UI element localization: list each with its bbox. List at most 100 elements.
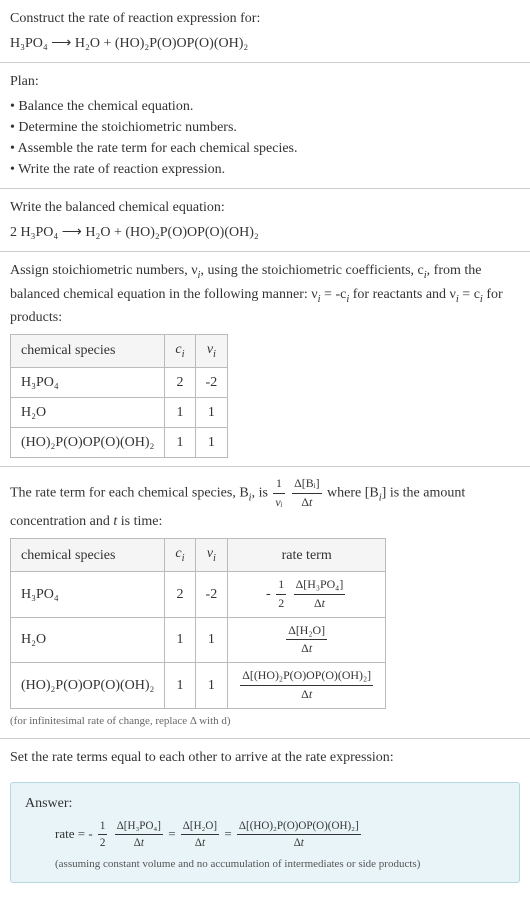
cell-rate: Δ[(HO)₂P(O)OP(O)(OH)₂] Δt — [228, 663, 386, 709]
cell-species: (HO)₂P(O)OP(O)(OH)₂ — [11, 663, 165, 709]
unbalanced-equation: H₃PO₄ ⟶ H₂O + (HO)₂P(O)OP(O)(OH)₂ — [10, 33, 520, 54]
cell-vi: 1 — [195, 397, 228, 427]
frac-num: Δ[H₃PO₄] — [294, 576, 346, 595]
th-ci: ci — [165, 539, 195, 572]
frac-num: Δ[H₂O] — [181, 818, 219, 836]
fraction: Δ[(HO)₂P(O)OP(O)(OH)₂] Δt — [240, 667, 373, 704]
cell-species: H₂O — [11, 397, 165, 427]
plan-item: • Assemble the rate term for each chemic… — [10, 138, 520, 159]
neg-sign: - — [266, 586, 271, 601]
frac-num: Δ[(HO)₂P(O)OP(O)(OH)₂] — [240, 667, 373, 686]
balanced-equation: 2 H₃PO₄ ⟶ H₂O + (HO)₂P(O)OP(O)(OH)₂ — [10, 222, 520, 243]
fraction: Δ[H₃PO₄] Δt — [115, 818, 163, 852]
frac-den: Δt — [286, 640, 327, 658]
cell-ci: 1 — [165, 427, 195, 457]
frac-den: Δt — [292, 494, 321, 512]
answer-note: (assuming constant volume and no accumul… — [25, 856, 505, 873]
text: Assign stoichiometric numbers, ν — [10, 263, 198, 278]
frac-den: 2 — [276, 595, 286, 613]
final-section: Set the rate terms equal to each other t… — [0, 739, 530, 776]
answer-label: Answer: — [25, 793, 505, 814]
answer-box: Answer: rate = - 1 2 Δ[H₃PO₄] Δt = Δ[H₂O… — [10, 782, 520, 884]
cell-ci: 1 — [165, 617, 195, 663]
cell-rate: Δ[H₂O] Δt — [228, 617, 386, 663]
plan-section: Plan: • Balance the chemical equation. •… — [0, 63, 530, 189]
cell-ci: 1 — [165, 397, 195, 427]
answer-equation: rate = - 1 2 Δ[H₃PO₄] Δt = Δ[H₂O] Δt = Δ… — [25, 818, 505, 852]
th-species: chemical species — [11, 539, 165, 572]
plan-item: • Write the rate of reaction expression. — [10, 159, 520, 180]
cell-vi: 1 — [195, 617, 228, 663]
th-vi: νi — [195, 335, 228, 368]
text: where [B — [327, 485, 379, 500]
cell-ci: 1 — [165, 663, 195, 709]
fraction: Δ[H₃PO₄] Δt — [294, 576, 346, 613]
fraction: Δ[H₂O] Δt — [181, 818, 219, 852]
table-row: (HO)₂P(O)OP(O)(OH)₂ 1 1 — [11, 427, 228, 457]
rateterm-note: (for infinitesimal rate of change, repla… — [10, 713, 520, 730]
cell-ci: 2 — [165, 571, 195, 617]
cell-rate: - 1 2 Δ[H₃PO₄] Δt — [228, 571, 386, 617]
table-row: H₂O 1 1 Δ[H₂O] Δt — [11, 617, 386, 663]
prompt-text: Construct the rate of reaction expressio… — [10, 8, 520, 29]
frac-num: Δ[H₂O] — [286, 622, 327, 641]
table-row: H₂O 1 1 — [11, 397, 228, 427]
frac-num: Δ[H₃PO₄] — [115, 818, 163, 836]
plan-item: • Determine the stoichiometric numbers. — [10, 117, 520, 138]
frac-den: 2 — [98, 835, 108, 852]
th-rate: rate term — [228, 539, 386, 572]
table-header: chemical species ci νi rate term — [11, 539, 386, 572]
equals: = — [168, 826, 179, 841]
fraction: Δ[(HO)₂P(O)OP(O)(OH)₂] Δt — [237, 818, 361, 852]
rateterm-table: chemical species ci νi rate term H₃PO₄ 2… — [10, 538, 386, 709]
frac-den: Δt — [294, 595, 346, 613]
table-header: chemical species ci νi — [11, 335, 228, 368]
frac-den: Δt — [181, 835, 219, 852]
rateterm-intro: The rate term for each chemical species,… — [10, 475, 520, 533]
cell-vi: -2 — [195, 367, 228, 397]
prompt-section: Construct the rate of reaction expressio… — [0, 0, 530, 63]
cell-species: H₃PO₄ — [11, 367, 165, 397]
table-row: (HO)₂P(O)OP(O)(OH)₂ 1 1 Δ[(HO)₂P(O)OP(O)… — [11, 663, 386, 709]
plan-title: Plan: — [10, 71, 520, 92]
text: , is — [252, 485, 272, 500]
cell-species: H₃PO₄ — [11, 571, 165, 617]
frac-den: Δt — [240, 686, 373, 704]
text: , using the stoichiometric coefficients,… — [200, 263, 423, 278]
frac-den: Δt — [237, 835, 361, 852]
balanced-title: Write the balanced chemical equation: — [10, 197, 520, 218]
cell-vi: 1 — [195, 427, 228, 457]
cell-species: H₂O — [11, 617, 165, 663]
fraction: 1 2 — [276, 576, 286, 613]
equals: = — [224, 826, 235, 841]
fraction: 1 2 — [98, 818, 108, 852]
frac-den: Δt — [115, 835, 163, 852]
cell-ci: 2 — [165, 367, 195, 397]
final-intro: Set the rate terms equal to each other t… — [10, 747, 520, 768]
frac-num: Δ[(HO)₂P(O)OP(O)(OH)₂] — [237, 818, 361, 836]
frac-num: 1 — [273, 475, 284, 494]
rate-prefix: rate = - — [55, 826, 93, 841]
stoich-intro: Assign stoichiometric numbers, νi, using… — [10, 260, 520, 328]
text: = -c — [321, 287, 347, 302]
rateterm-section: The rate term for each chemical species,… — [0, 467, 530, 739]
table-row: H₃PO₄ 2 -2 - 1 2 Δ[H₃PO₄] Δt — [11, 571, 386, 617]
stoich-section: Assign stoichiometric numbers, νi, using… — [0, 252, 530, 467]
th-species: chemical species — [11, 335, 165, 368]
plan-list: • Balance the chemical equation. • Deter… — [10, 96, 520, 180]
fraction: Δ[Bᵢ] Δt — [292, 475, 321, 512]
cell-vi: -2 — [195, 571, 228, 617]
text: The rate term for each chemical species,… — [10, 485, 249, 500]
plan-item: • Balance the chemical equation. — [10, 96, 520, 117]
frac-den: νᵢ — [273, 494, 284, 512]
text: = c — [459, 287, 480, 302]
text: is time: — [117, 514, 162, 529]
th-ci: ci — [165, 335, 195, 368]
table-row: H₃PO₄ 2 -2 — [11, 367, 228, 397]
cell-vi: 1 — [195, 663, 228, 709]
fraction: Δ[H₂O] Δt — [286, 622, 327, 659]
text: for reactants and ν — [349, 287, 456, 302]
frac-num: 1 — [98, 818, 108, 836]
stoich-table: chemical species ci νi H₃PO₄ 2 -2 H₂O 1 … — [10, 334, 228, 458]
frac-num: 1 — [276, 576, 286, 595]
